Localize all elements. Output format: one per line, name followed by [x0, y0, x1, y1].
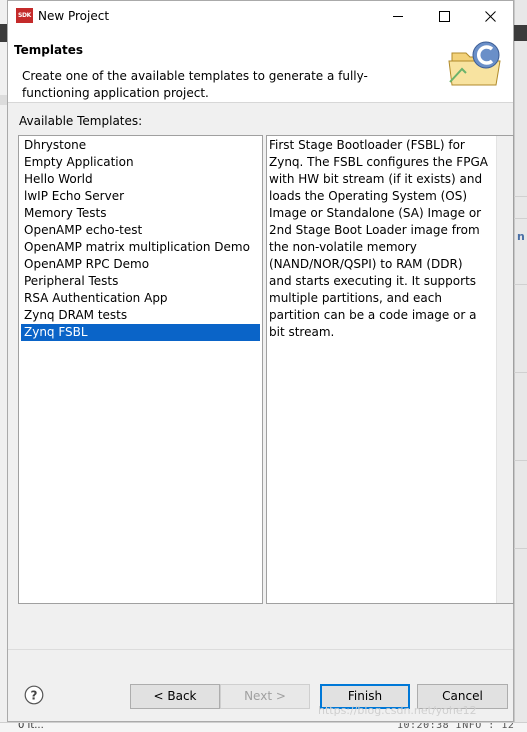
- template-item-hello-world[interactable]: Hello World: [21, 171, 260, 188]
- sdk-app-icon: SDK: [16, 8, 33, 23]
- console-log-line: 10:20:38 INFO : 12: [397, 722, 515, 731]
- template-item-zynq-dram-tests[interactable]: Zynq DRAM tests: [21, 307, 260, 324]
- template-item-dhrystone[interactable]: Dhrystone: [21, 137, 260, 154]
- template-item-rsa-authentication[interactable]: RSA Authentication App: [21, 290, 260, 307]
- description-scrollbar[interactable]: [496, 136, 513, 603]
- template-item-lwip-echo-server[interactable]: lwIP Echo Server: [21, 188, 260, 205]
- minimize-icon: [393, 16, 403, 17]
- new-project-dialog: SDK New Project Templates Create one of …: [7, 0, 514, 722]
- templates-list[interactable]: Dhrystone Empty Application Hello World …: [18, 135, 263, 604]
- wizard-banner: Templates Create one of the available te…: [8, 31, 513, 103]
- template-item-openamp-echo-test[interactable]: OpenAMP echo-test: [21, 222, 260, 239]
- template-item-zynq-fsbl[interactable]: Zynq FSBL: [21, 324, 260, 341]
- page-title: Templates: [14, 43, 84, 57]
- background-ide-mark: n: [517, 230, 525, 243]
- back-button[interactable]: < Back: [130, 684, 220, 709]
- page-description: Create one of the available templates to…: [22, 69, 368, 100]
- minimize-button[interactable]: [375, 1, 421, 31]
- template-item-empty-application[interactable]: Empty Application: [21, 154, 260, 171]
- help-glyph: ?: [31, 689, 38, 703]
- title-bar[interactable]: SDK New Project: [8, 1, 513, 31]
- background-ide-lines: [514, 196, 527, 616]
- available-templates-label: Available Templates:: [19, 114, 143, 128]
- maximize-button[interactable]: [421, 1, 467, 31]
- console-text-left: 0 it...: [18, 722, 44, 731]
- template-description-text: First Stage Bootloader (FSBL) for Zynq. …: [269, 138, 488, 339]
- footer-separator: [8, 649, 513, 650]
- maximize-icon: [439, 11, 450, 22]
- template-item-openamp-rpc-demo[interactable]: OpenAMP RPC Demo: [21, 256, 260, 273]
- help-icon[interactable]: ?: [24, 685, 44, 705]
- background-ide-toolbar: [514, 25, 527, 41]
- watermark-text: https://blog.csdn.net/yohe12: [318, 704, 477, 717]
- close-icon: [485, 11, 496, 22]
- next-button[interactable]: Next >: [220, 684, 310, 709]
- close-button[interactable]: [467, 1, 513, 31]
- c-project-folder-icon: [448, 41, 501, 86]
- template-item-memory-tests[interactable]: Memory Tests: [21, 205, 260, 222]
- template-description-panel: First Stage Bootloader (FSBL) for Zynq. …: [266, 135, 514, 604]
- window-title: New Project: [38, 9, 110, 23]
- template-item-peripheral-tests[interactable]: Peripheral Tests: [21, 273, 260, 290]
- template-item-openamp-matrix-demo[interactable]: OpenAMP matrix multiplication Demo: [21, 239, 260, 256]
